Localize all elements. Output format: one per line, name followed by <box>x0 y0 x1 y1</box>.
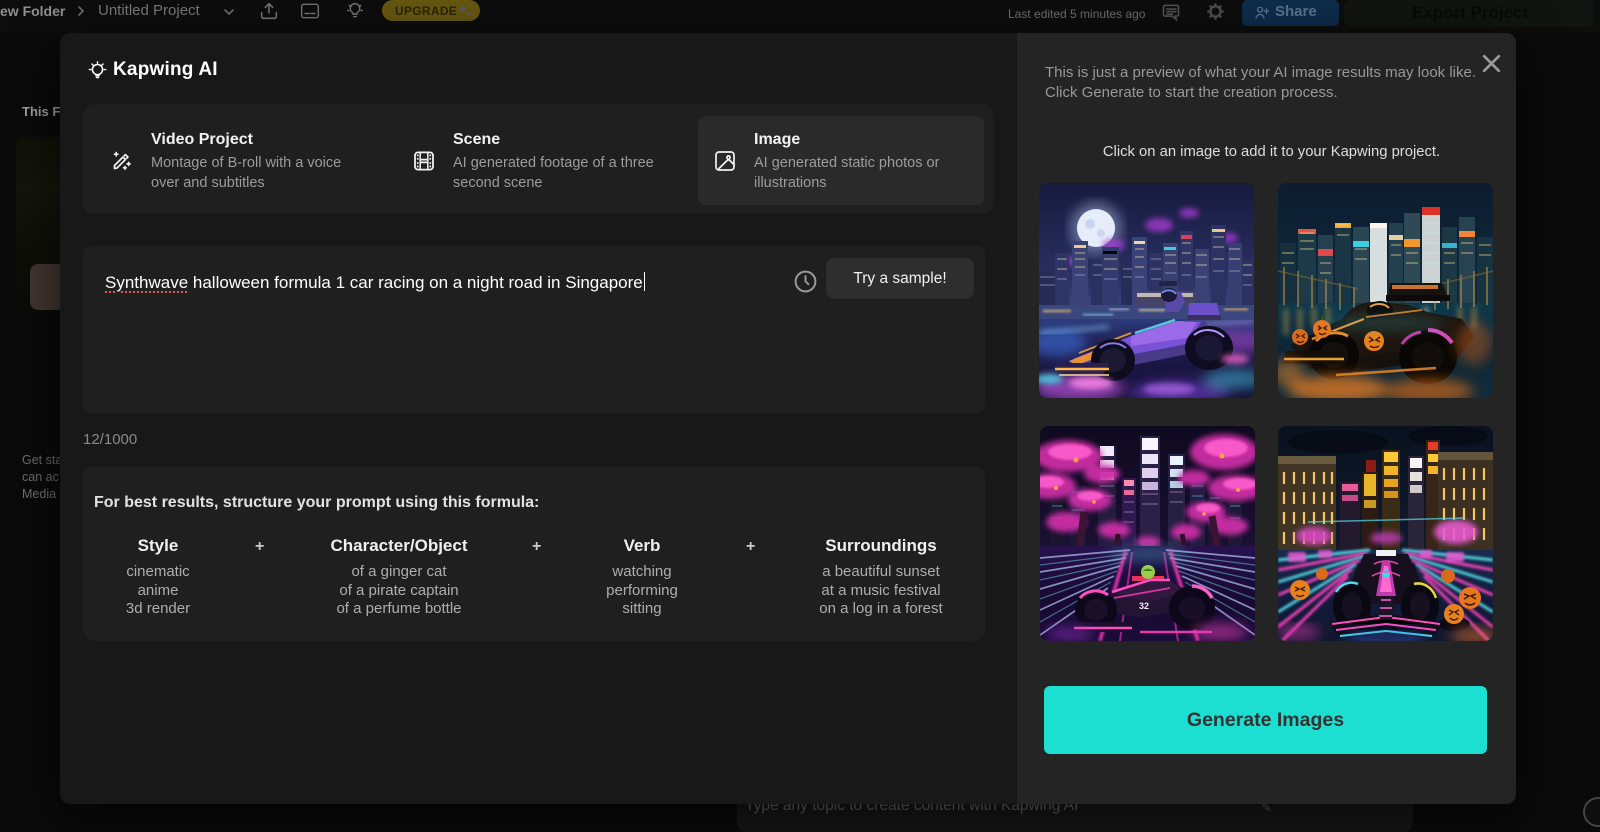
svg-text:32: 32 <box>1139 601 1149 611</box>
